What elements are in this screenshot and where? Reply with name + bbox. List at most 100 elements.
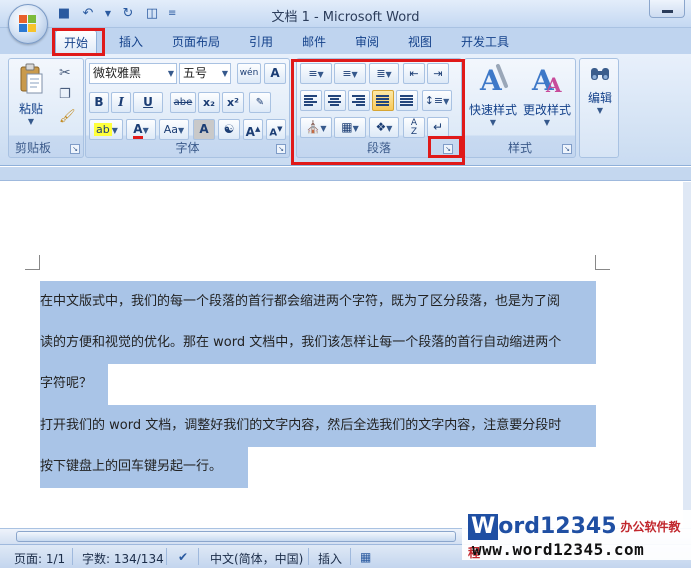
enclose-characters-button[interactable]: ☯ <box>218 119 240 140</box>
word-count[interactable]: 字数: 134/134 <box>82 550 164 567</box>
paste-icon <box>20 63 43 94</box>
font-group: 微软雅黑 ▼ 五号 ▼ wén A B I U abe x₂ x² ✎ ab ▼ … <box>85 58 290 158</box>
bullets-button[interactable]: ≡▼ <box>300 63 332 84</box>
proofing-icon[interactable]: ✔ <box>178 550 188 564</box>
decrease-indent-button[interactable]: ⇤ <box>403 63 425 84</box>
format-painter-icon[interactable]: 🖌 <box>59 109 76 124</box>
office-logo-icon <box>19 15 37 33</box>
binoculars-icon <box>591 68 609 80</box>
paragraph-dialog-launcher-icon[interactable]: ↘ <box>443 144 453 154</box>
copy-icon[interactable]: ❐ <box>59 87 71 102</box>
font-color-icon: A <box>133 122 143 139</box>
italic-button[interactable]: I <box>111 92 131 113</box>
paste-button[interactable]: 粘贴 ▼ <box>15 63 47 126</box>
watermark-url: www.word12345.com <box>472 540 645 559</box>
shading-button[interactable]: ⛪▼ <box>300 117 332 138</box>
document-line: 读的方便和视觉的优化。那在 word 文档中，我们该怎样让每一个段落的首行自动缩… <box>40 322 596 364</box>
ribbon-tab-strip: 开始 插入 页面布局 引用 邮件 审阅 视图 开发工具 <box>0 28 691 54</box>
macro-record-icon[interactable]: ▦ <box>360 550 371 564</box>
tab-developer[interactable]: 开发工具 <box>461 33 509 50</box>
strikethrough-button[interactable]: abe <box>170 92 196 113</box>
grow-font-button[interactable]: A▲ <box>243 119 263 140</box>
chevron-down-icon: ▼ <box>27 117 35 126</box>
phonetic-guide-button[interactable]: wén <box>237 63 261 84</box>
clear-formatting-button[interactable]: ✎ <box>249 92 271 113</box>
font-size-combo[interactable]: 五号 ▼ <box>179 63 231 84</box>
font-size-value: 五号 <box>183 66 208 80</box>
insert-mode[interactable]: 插入 <box>318 550 342 567</box>
document-line: 字符呢？ <box>40 363 108 405</box>
borders-button[interactable]: ▦▼ <box>334 117 366 138</box>
page-corner-mark <box>25 255 40 270</box>
align-right-button[interactable] <box>348 90 370 111</box>
shrink-font-button[interactable]: A▼ <box>266 119 286 140</box>
grow-font-label: A <box>245 125 255 139</box>
quick-styles-button[interactable]: A 快速样式 ▼ <box>467 62 519 127</box>
status-divider <box>308 548 309 565</box>
vertical-scrollbar[interactable] <box>683 182 691 528</box>
justify-icon <box>376 95 389 107</box>
font-group-label: 字体 <box>175 141 200 155</box>
office-button[interactable] <box>8 4 48 44</box>
dialog-launcher-icon[interactable]: ↘ <box>562 144 572 154</box>
tab-home[interactable]: 开始 <box>55 30 98 54</box>
dialog-launcher-icon[interactable]: ↘ <box>276 144 286 154</box>
quick-styles-label: 快速样式 <box>468 103 517 117</box>
editing-button[interactable]: 编辑 ▼ <box>582 62 618 115</box>
tab-mailings[interactable]: 邮件 <box>302 33 326 50</box>
styles-group-label: 样式 <box>507 141 532 155</box>
line-spacing-button[interactable]: ↕≡▼ <box>422 90 452 111</box>
minimize-button[interactable] <box>649 0 685 18</box>
numbering-button[interactable]: ≡▼ <box>334 63 366 84</box>
document-line: 按下键盘上的回车键另起一行。 <box>40 446 248 488</box>
ribbon: 粘贴 ▼ ✂ ❐ 🖌 剪贴板 ↘ 微软雅黑 ▼ 五号 ▼ wén A B I U… <box>0 54 691 166</box>
change-styles-button[interactable]: A A 更改样式 ▼ <box>520 62 574 127</box>
document-page[interactable]: 在中文版式中，我们的每一个段落的首行都会缩进两个字符，既为了区分段落，也是为了阅… <box>0 182 691 528</box>
tab-page-layout[interactable]: 页面布局 <box>172 33 220 50</box>
tab-insert[interactable]: 插入 <box>119 33 143 50</box>
superscript-button[interactable]: x² <box>222 92 244 113</box>
svg-text:A: A <box>545 73 562 96</box>
show-hide-marks-button[interactable]: ↵ <box>427 117 449 138</box>
font-name-combo[interactable]: 微软雅黑 ▼ <box>89 63 177 84</box>
align-center-button[interactable] <box>324 90 346 111</box>
title-bar: ■ ↶ ▼ ↻ ◫ ≡ 文档 1 - Microsoft Word <box>0 0 691 28</box>
align-center-icon <box>328 95 341 107</box>
character-shading-button[interactable]: A <box>193 119 215 140</box>
status-divider <box>198 548 199 565</box>
distributed-button[interactable] <box>396 90 418 111</box>
font-color-button[interactable]: A▼ <box>126 119 156 140</box>
change-case-button[interactable]: Aa▼ <box>159 119 189 140</box>
page-count[interactable]: 页面: 1/1 <box>14 550 65 567</box>
distributed-icon <box>400 95 413 107</box>
align-left-button[interactable] <box>300 90 322 111</box>
status-divider <box>72 548 73 565</box>
paragraph-group: ≡▼ ≡▼ ≣▼ ⇤ ⇥ ↕≡▼ ⛪▼ ▦▼ ❖▼ AZ ↵ 段落 ↘ <box>296 58 462 158</box>
change-case-label: Aa <box>163 123 179 136</box>
tab-view[interactable]: 视图 <box>408 33 432 50</box>
bold-button[interactable]: B <box>89 92 109 113</box>
dialog-launcher-icon[interactable]: ↘ <box>70 144 80 154</box>
cut-icon[interactable]: ✂ <box>59 65 71 81</box>
watermark-brand-rest: ord12345 <box>498 514 617 539</box>
document-line: 打开我们的 word 文档，调整好我们的文字内容，然后全选我们的文字内容，注意要… <box>40 405 596 447</box>
subscript-button[interactable]: x₂ <box>198 92 220 113</box>
text-highlight-button[interactable]: ab ▼ <box>89 119 123 140</box>
watermark-brand: Word12345 办公软件教程 <box>468 514 691 560</box>
language-indicator[interactable]: 中文(简体，中国) <box>210 550 303 567</box>
increase-indent-button[interactable]: ⇥ <box>427 63 449 84</box>
chevron-down-icon: ▼ <box>221 69 228 78</box>
justify-button[interactable] <box>372 90 394 111</box>
tab-references[interactable]: 引用 <box>249 33 273 50</box>
chinese-layout-button[interactable]: ❖▼ <box>369 117 399 138</box>
quick-styles-icon: A <box>479 64 508 97</box>
chevron-down-icon: ▼ <box>167 69 174 78</box>
sort-button[interactable]: AZ <box>403 117 425 138</box>
chevron-down-icon: ▼ <box>543 118 551 127</box>
scroll-thumb[interactable] <box>16 531 456 542</box>
align-left-icon <box>304 95 317 107</box>
character-border-button[interactable]: A <box>264 63 286 84</box>
multilevel-list-button[interactable]: ≣▼ <box>369 63 399 84</box>
tab-review[interactable]: 审阅 <box>355 33 379 50</box>
underline-button[interactable]: U <box>133 92 163 113</box>
